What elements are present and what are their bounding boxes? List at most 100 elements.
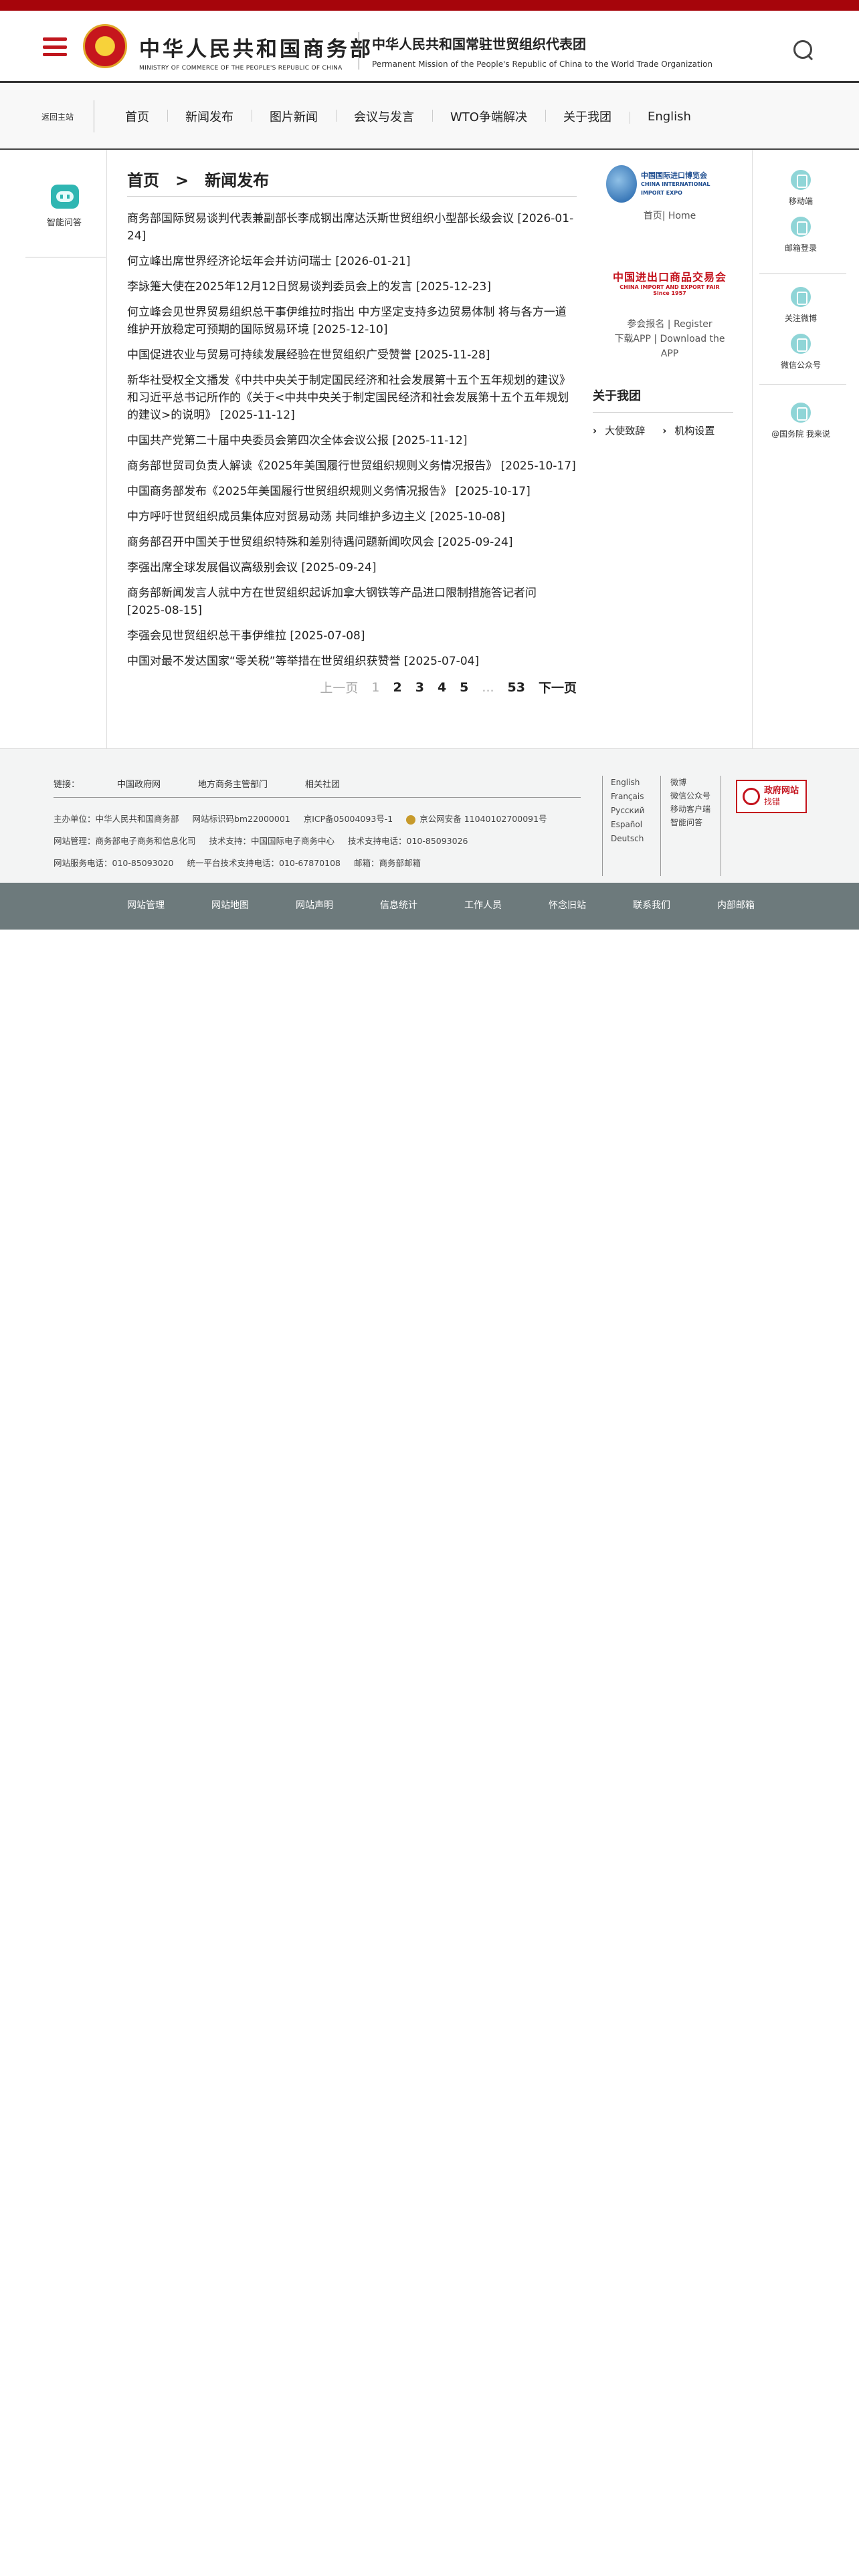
bottom-link-contact[interactable]: 联系我们 [633, 898, 670, 911]
canton-fair-logo[interactable]: 中国进出口商品交易会 CHINA IMPORT AND EXPORT FAIR … [606, 269, 733, 296]
lang-english[interactable]: English [611, 776, 660, 790]
menu-icon[interactable] [43, 37, 67, 56]
news-item[interactable]: 商务部召开中国关于世贸组织特殊和差别待遇问题新闻吹风会 [2025-09-24] [127, 534, 577, 551]
ciie-home-link[interactable]: 首页| Home [593, 209, 733, 222]
news-item[interactable]: 李强会见世贸组织总干事伊维拉 [2025-07-08] [127, 627, 577, 645]
wechat-label: 微信公众号 [780, 360, 821, 370]
canton-download-app-link[interactable]: 下载APP | Download the APP [606, 332, 733, 361]
nav-item-news[interactable]: 新闻发布 [167, 108, 252, 125]
assistant-label[interactable]: 智能问答 [47, 215, 82, 228]
footer-admin: 网站管理：商务部电子商务和信息化司 [54, 836, 196, 846]
footer-police-record[interactable]: 京公网安备 11040102700091号 [419, 814, 547, 824]
mobile-link[interactable]: 移动端 [762, 170, 840, 207]
ciie-logo-cn: 中国国际进口博览会 [640, 171, 707, 180]
social-weibo[interactable]: 微博 [670, 776, 721, 789]
breadcrumb-current[interactable]: 新闻发布 [205, 171, 269, 190]
news-item[interactable]: 新华社受权全文播发《中共中央关于制定国民经济和社会发展第十五个五年规划的建议》和… [127, 372, 577, 424]
footer-service-phone: 网站服务电话：010-85093020 [54, 858, 174, 868]
news-item[interactable]: 中方呼吁世贸组织成员集体应对贸易动荡 共同维护多边主义 [2025-10-08] [127, 508, 577, 526]
canton-links: 参会报名 | Register 下载APP | Download the APP [593, 317, 733, 361]
ministry-logo-text[interactable]: 中华人民共和国商务部 MINISTRY OF COMMERCE OF THE P… [139, 32, 373, 72]
nav-item-wto-disputes[interactable]: WTO争端解决 [432, 108, 545, 125]
news-item[interactable]: 何立峰出席世界经济论坛年会并访问瑞士 [2026-01-21] [127, 253, 577, 270]
ambassador-speech-link[interactable]: 大使致辞 [593, 423, 645, 437]
state-council-feedback-link[interactable]: @国务院 我来说 [762, 403, 840, 439]
footer-link-local[interactable]: 地方商务主管部门 [198, 777, 268, 790]
email-login-link[interactable]: 邮箱登录 [762, 217, 840, 253]
page-link[interactable]: 3 [415, 680, 424, 695]
chatbot-icon[interactable] [51, 185, 79, 209]
social-mobile-client[interactable]: 移动客户端 [670, 802, 721, 816]
prev-page-button[interactable]: 上一页 [320, 678, 358, 696]
news-item[interactable]: 中国对最不发达国家“零关税”等举措在世贸组织获赞誉 [2025-07-04] [127, 653, 577, 670]
nav-item-about[interactable]: 关于我团 [545, 108, 630, 125]
gov-site-error-report-logo[interactable]: 政府网站 找错 [736, 780, 807, 813]
social-wechat[interactable]: 微信公众号 [670, 789, 721, 802]
page-link[interactable]: 4 [438, 680, 446, 695]
news-item[interactable]: 商务部国际贸易谈判代表兼副部长李成钢出席达沃斯世贸组织小型部长级会议 [2026… [127, 210, 577, 245]
weibo-link[interactable]: 关注微博 [762, 287, 840, 324]
footer-link-assoc[interactable]: 相关社团 [305, 777, 340, 790]
footer-icp[interactable]: 京ICP备05004093号-1 [304, 814, 393, 824]
footer-platform-phone: 统一平台技术支持电话：010-67870108 [187, 858, 341, 868]
footer-tech-support: 技术支持：中国国际电子商务中心 [209, 836, 335, 846]
nav-item-photo-news[interactable]: 图片新闻 [252, 108, 336, 125]
social-links: 微博 微信公众号 移动客户端 智能问答 [662, 776, 721, 876]
footer-link-gov[interactable]: 中国政府网 [117, 777, 161, 790]
breadcrumb-home[interactable]: 首页 [127, 171, 159, 190]
national-emblem-logo[interactable] [83, 24, 127, 68]
bottom-link-sitemap[interactable]: 网站地图 [211, 898, 249, 911]
news-item[interactable]: 商务部新闻发言人就中方在世贸组织起诉加拿大钢铁等产品进口限制措施答记者问 [20… [127, 584, 577, 619]
mail-icon [791, 217, 811, 237]
page-current: 1 [371, 679, 380, 695]
page-link[interactable]: 2 [393, 680, 401, 695]
news-item[interactable]: 何立峰会见世界贸易组织总干事伊维拉时指出 中方坚定支持多边贸易体制 将与各方一道… [127, 304, 577, 338]
social-assistant[interactable]: 智能问答 [670, 816, 721, 829]
bottom-link-site-admin[interactable]: 网站管理 [127, 898, 165, 911]
nav-item-english[interactable]: English [629, 110, 709, 124]
footer-info: 主办单位：中华人民共和国商务部 网站标识码bm22000001 京ICP备050… [54, 808, 558, 874]
page-link[interactable]: 5 [460, 680, 468, 695]
nav-item-home[interactable]: 首页 [107, 108, 167, 125]
weibo-label: 关注微博 [784, 314, 817, 323]
ministry-name-cn: 中华人民共和国商务部 [139, 37, 373, 62]
main-content: 首页 > 新闻发布 商务部国际贸易谈判代表兼副部长李成钢出席达沃斯世贸组织小型部长级… [127, 150, 577, 696]
feedback-label: @国务院 我来说 [771, 429, 830, 439]
ciie-globe-icon [606, 165, 637, 203]
news-item[interactable]: 李强出席全球发展倡议高级别会议 [2025-09-24] [127, 559, 577, 576]
lang-german[interactable]: Deutsch [611, 832, 660, 846]
lang-spanish[interactable]: Español [611, 818, 660, 832]
bottom-link-staff[interactable]: 工作人员 [464, 898, 502, 911]
gov-logo-line2: 找错 [764, 797, 781, 807]
footer-sponsor: 主办单位：中华人民共和国商务部 [54, 814, 179, 824]
search-icon[interactable] [793, 40, 814, 60]
canton-register-link[interactable]: 参会报名 | Register [606, 317, 733, 332]
news-item[interactable]: 李詠箑大使在2025年12月12日贸易谈判委员会上的发言 [2025-12-23… [127, 278, 577, 296]
page-ellipsis: ... [482, 679, 494, 695]
magnifier-icon [743, 788, 760, 805]
news-item[interactable]: 中国商务部发布《2025年美国履行世贸组织规则义务情况报告》 [2025-10-… [127, 483, 577, 500]
right-panel: 中国国际进口博览会 CHINA INTERNATIONAL IMPORT EXP… [593, 150, 733, 437]
lang-russian[interactable]: Русский [611, 804, 660, 818]
footer-mailbox[interactable]: 邮箱：商务部邮箱 [354, 858, 421, 868]
bottom-link-statement[interactable]: 网站声明 [296, 898, 333, 911]
back-to-main-site-link[interactable]: 返回主站 [41, 111, 74, 122]
page-link-last[interactable]: 53 [508, 680, 525, 695]
organization-link[interactable]: 机构设置 [662, 423, 714, 437]
lang-french[interactable]: Français [611, 790, 660, 804]
news-item[interactable]: 中国共产党第二十届中央委员会第四次全体会议公报 [2025-11-12] [127, 432, 577, 449]
site-footer: 链接： 中国政府网 地方商务主管部门 相关社团 主办单位：中华人民共和国商务部 … [0, 749, 859, 883]
bottom-link-old-site[interactable]: 怀念旧站 [549, 898, 586, 911]
nav-menu: 首页 新闻发布 图片新闻 会议与发言 WTO争端解决 关于我团 English [107, 108, 709, 125]
left-sidebar: 智能问答 [0, 150, 107, 749]
news-item[interactable]: 商务部世贸司负责人解读《2025年美国履行世贸组织规则义务情况报告》 [2025… [127, 457, 577, 475]
bottom-link-statistics[interactable]: 信息统计 [380, 898, 417, 911]
bottom-link-internal-mail[interactable]: 内部邮箱 [717, 898, 755, 911]
wechat-link[interactable]: 微信公众号 [762, 334, 840, 370]
nav-item-meetings[interactable]: 会议与发言 [336, 108, 432, 125]
ciie-logo[interactable]: 中国国际进口博览会 CHINA INTERNATIONAL IMPORT EXP… [606, 163, 733, 205]
mobile-icon [791, 170, 811, 190]
news-item[interactable]: 中国促进农业与贸易可持续发展经验在世贸组织广受赞誉 [2025-11-28] [127, 346, 577, 364]
police-badge-icon [406, 815, 416, 825]
next-page-button[interactable]: 下一页 [539, 678, 577, 696]
